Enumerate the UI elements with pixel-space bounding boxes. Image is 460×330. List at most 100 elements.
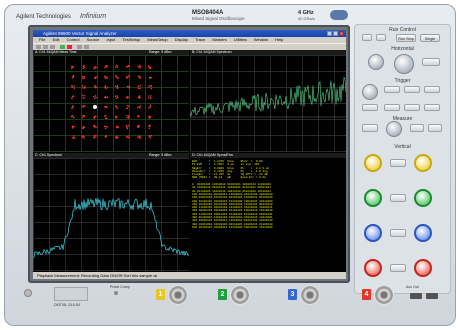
constellation-point <box>105 66 108 68</box>
toolbar-run-icon[interactable] <box>60 45 65 49</box>
constellation-point <box>105 87 107 90</box>
menu-window[interactable]: Window <box>254 37 268 42</box>
constellation-point <box>139 137 141 140</box>
menu-testsetup[interactable]: TestSetup <box>122 37 140 42</box>
menu-file[interactable]: File <box>39 37 45 42</box>
ch4-button[interactable] <box>390 264 406 272</box>
constellation-point <box>127 136 130 139</box>
ch4-bnc-input[interactable] <box>374 285 394 305</box>
constellation-point <box>106 77 108 80</box>
toolbar-zoom-icon[interactable] <box>77 45 82 49</box>
menu-help[interactable]: Help <box>275 37 283 42</box>
trigger-edge-button[interactable] <box>424 86 440 93</box>
default-setup-button[interactable] <box>376 34 386 41</box>
horizontal-position-knob[interactable] <box>368 54 384 70</box>
ch2-offset-knob[interactable] <box>414 189 432 207</box>
constellation-point <box>148 115 150 118</box>
single-button[interactable]: Single <box>420 34 440 42</box>
constellation-point <box>115 136 117 139</box>
auto-scale-button[interactable] <box>362 34 372 41</box>
quick-meas-button[interactable] <box>362 124 378 132</box>
constellation-point <box>149 76 152 79</box>
constellation-point <box>93 116 96 118</box>
ch2-bnc-input[interactable] <box>230 285 250 305</box>
constellation-point <box>94 86 96 88</box>
menu-source[interactable]: Source <box>87 37 100 42</box>
probe-comp-terminal[interactable] <box>114 291 118 295</box>
menu-edit[interactable]: Edit <box>53 37 60 42</box>
constellation-point <box>82 65 84 68</box>
menu-meassetup[interactable]: MeasSetup <box>147 37 167 42</box>
toolbar-open-icon[interactable] <box>36 45 41 49</box>
constellation-point <box>139 97 141 99</box>
constellation-point <box>116 66 118 69</box>
trigger-mode-button[interactable] <box>404 86 420 93</box>
constellation-point <box>104 75 106 77</box>
ch4-offset-knob[interactable] <box>414 259 432 277</box>
ch1-scale-knob[interactable] <box>364 154 382 172</box>
constellation-point <box>83 116 85 118</box>
usb-port-1[interactable] <box>410 293 422 299</box>
ch2-scale-knob[interactable] <box>364 189 382 207</box>
analyze-button[interactable] <box>404 104 420 111</box>
trigger-level-knob[interactable] <box>362 84 378 100</box>
constellation-point <box>93 134 96 137</box>
constellation-point <box>150 87 153 90</box>
ch3-bnc-input[interactable] <box>300 285 320 305</box>
ch1-bnc-input[interactable] <box>168 285 188 305</box>
save-button[interactable] <box>424 104 440 111</box>
constellation-marker <box>93 105 97 109</box>
clear-display-button[interactable] <box>428 124 442 132</box>
menu-utilities[interactable]: Utilities <box>234 37 247 42</box>
menu-control[interactable]: Control <box>67 37 80 42</box>
close-button[interactable] <box>339 31 344 36</box>
constellation-point <box>116 65 119 67</box>
cursors-button[interactable] <box>362 104 378 111</box>
menu-display[interactable]: Display <box>175 37 188 42</box>
maximize-button[interactable] <box>333 31 338 36</box>
minimize-button[interactable] <box>327 31 332 36</box>
constellation-point <box>137 116 140 118</box>
menu-markers[interactable]: Markers <box>212 37 226 42</box>
ch4-scale-knob[interactable] <box>364 259 382 277</box>
constellation-point <box>114 85 117 88</box>
ch2-button[interactable] <box>390 194 406 202</box>
constellation-point <box>128 86 130 88</box>
constellation-point <box>95 96 97 99</box>
ch3-button[interactable] <box>390 229 406 237</box>
constellation-point <box>72 116 75 119</box>
trigger-source-button[interactable] <box>384 86 400 93</box>
ch1-offset-knob[interactable] <box>414 154 432 172</box>
horizontal-scale-knob[interactable] <box>394 54 414 74</box>
toolbar-save-icon[interactable] <box>43 45 48 49</box>
usb-port-2[interactable] <box>426 293 438 299</box>
zoom-button[interactable] <box>422 58 440 66</box>
menu-trace[interactable]: Trace <box>195 37 205 42</box>
print-button[interactable] <box>410 124 424 132</box>
probe-comp-label: Probe Comp <box>110 285 130 289</box>
constellation-point <box>115 74 117 77</box>
constellation-point <box>139 87 141 90</box>
digital-connector[interactable] <box>54 287 88 301</box>
toolbar-stop-icon[interactable] <box>67 45 72 49</box>
marker-knob[interactable] <box>386 121 402 137</box>
constellation-point <box>138 125 141 127</box>
constellation-point <box>70 116 73 118</box>
menu-input[interactable]: Input <box>106 37 115 42</box>
ch3-offset-knob[interactable] <box>414 224 432 242</box>
toolbar-marker-icon[interactable] <box>84 45 89 49</box>
constellation-point <box>138 67 140 69</box>
ch1-button[interactable] <box>390 159 406 167</box>
constellation-point <box>73 87 76 90</box>
run-stop-button[interactable]: Run Stop <box>396 34 416 42</box>
toolbar-print-icon[interactable] <box>50 45 55 49</box>
constellation-point <box>139 75 141 78</box>
constellation-point <box>127 65 130 68</box>
constellation-point <box>126 127 129 130</box>
markers-button[interactable] <box>384 104 400 111</box>
ch3-scale-knob[interactable] <box>364 224 382 242</box>
power-button[interactable] <box>24 289 32 297</box>
constellation-point <box>126 116 128 119</box>
constellation-point <box>125 77 128 79</box>
constellation-point <box>149 104 152 107</box>
